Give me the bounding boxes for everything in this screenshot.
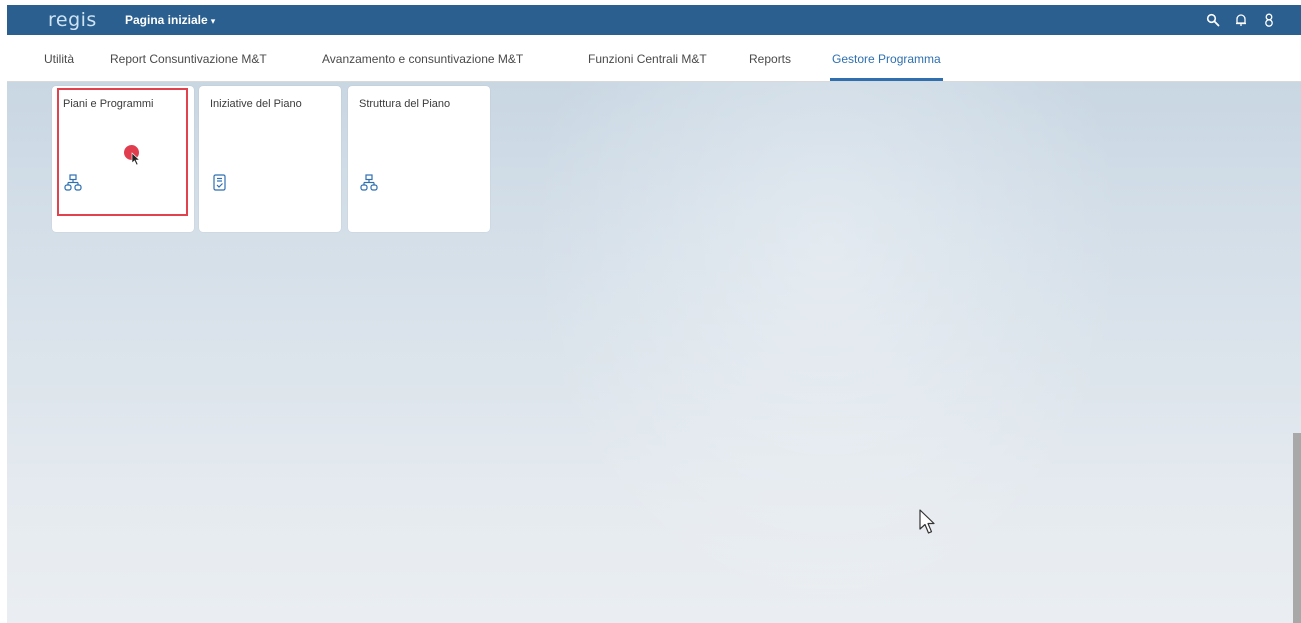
chevron-down-icon: ▾ (210, 16, 216, 26)
tile-title: Piani e Programmi (63, 98, 154, 110)
tile-piani-e-programmi[interactable]: Piani e Programmi (52, 86, 194, 232)
tab-utilita[interactable]: Utilità (44, 35, 74, 81)
shell-bar: regis Pagina iniziale ▾ (7, 5, 1301, 35)
tile-title: Iniziative del Piano (210, 98, 302, 110)
tab-gestore-programma[interactable]: Gestore Programma (830, 35, 943, 81)
hierarchy-icon (360, 174, 378, 192)
tile-struttura-del-piano[interactable]: Struttura del Piano (348, 86, 490, 232)
tile-title: Struttura del Piano (359, 98, 451, 110)
shell-actions (1205, 5, 1277, 35)
tab-bar: Utilità Report Consuntivazione M&T Avanz… (7, 35, 1301, 82)
home-menu-button[interactable]: Pagina iniziale ▾ (125, 5, 215, 35)
search-icon[interactable] (1205, 12, 1221, 28)
tab-reports[interactable]: Reports (749, 35, 791, 81)
tab-avanzamento-consuntivazione[interactable]: Avanzamento e consuntivazione M&T (322, 35, 523, 81)
home-content: Piani e Programmi Iniziative del Piano S… (7, 82, 1301, 623)
bell-icon[interactable] (1233, 12, 1249, 28)
tab-funzioni-centrali[interactable]: Funzioni Centrali M&T (588, 35, 707, 81)
user-icon[interactable] (1261, 12, 1277, 28)
cursor-icon (131, 152, 141, 166)
app-frame: regis Pagina iniziale ▾ Utilità Report Co… (7, 5, 1301, 623)
background-haze (527, 82, 1127, 623)
tab-report-consuntivazione[interactable]: Report Consuntivazione M&T (110, 35, 267, 81)
vertical-scrollbar[interactable] (1293, 433, 1301, 623)
home-menu-label: Pagina iniziale (125, 13, 208, 27)
tile-iniziative-del-piano[interactable]: Iniziative del Piano (199, 86, 341, 232)
hierarchy-icon (64, 174, 82, 192)
regis-logo[interactable]: regis (48, 7, 97, 33)
checklist-document-icon (211, 174, 229, 192)
mouse-pointer-icon (918, 508, 936, 536)
